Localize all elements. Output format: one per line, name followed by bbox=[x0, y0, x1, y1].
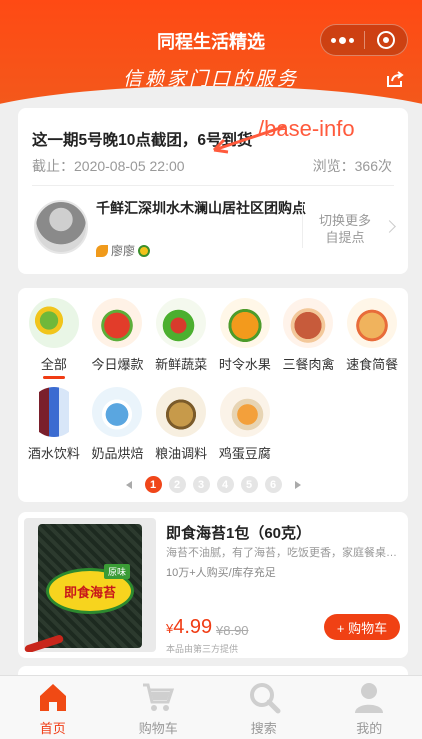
category-label: 三餐肉禽 bbox=[282, 357, 335, 372]
tab-profile[interactable]: 我的 bbox=[317, 676, 422, 739]
category-label: 奶品烘焙 bbox=[91, 446, 144, 461]
grain-oil-icon bbox=[156, 387, 207, 437]
divider bbox=[32, 185, 394, 186]
more-button[interactable] bbox=[321, 25, 364, 55]
annotation-label: /base-info bbox=[258, 116, 355, 141]
product-description: 海苔不油腻，有了海苔，吃饭更香，家庭餐桌必备 bbox=[166, 547, 398, 559]
category-card: 全部 今日爆款 新鲜蔬菜 时令水果 三餐肉禽 速食简餐酒水饮料 奶品烘焙 粮油调料 鸡蛋豆腐 1… bbox=[18, 288, 408, 502]
tab-home[interactable]: 首页 bbox=[0, 676, 106, 739]
slogan: 信赖家门口的服务 bbox=[122, 68, 299, 90]
category-10[interactable]: 鸡蛋豆腐 bbox=[213, 387, 277, 462]
meat-icon bbox=[283, 298, 334, 348]
leader-info: 廖廖 bbox=[96, 242, 151, 259]
category-5[interactable]: 三餐肉禽 bbox=[277, 298, 341, 379]
product-title: 即食海苔1包（60克） bbox=[166, 525, 312, 542]
pager-next-icon[interactable] bbox=[294, 480, 301, 489]
category-label: 全部 bbox=[40, 357, 67, 372]
category-label: 速食简餐 bbox=[346, 357, 399, 372]
mini-program-capsule bbox=[320, 24, 408, 56]
category-pager: 123456 bbox=[18, 476, 408, 493]
view-count: 浏览：366次 bbox=[312, 158, 392, 174]
target-icon bbox=[376, 31, 395, 49]
pager-page[interactable]: 6 bbox=[264, 476, 282, 493]
group-avatar[interactable] bbox=[34, 200, 88, 254]
pager-page[interactable]: 5 bbox=[240, 476, 258, 493]
category-4[interactable]: 时令水果 bbox=[213, 298, 277, 379]
flavor-tag: 原味 bbox=[104, 564, 131, 579]
pager-prev-icon[interactable] bbox=[125, 480, 132, 489]
category-6[interactable]: 速食简餐 bbox=[340, 298, 404, 379]
pager-page[interactable]: 3 bbox=[192, 476, 210, 493]
noodles-icon bbox=[347, 298, 398, 348]
pager-page[interactable]: 4 bbox=[216, 476, 234, 493]
eggs-icon bbox=[219, 387, 270, 437]
chevron-right-icon bbox=[383, 220, 396, 233]
cart-icon bbox=[143, 683, 175, 711]
vegetables-icon bbox=[156, 298, 207, 348]
dairy-icon bbox=[92, 387, 143, 437]
product-card[interactable]: 即食海苔 原味 即食海苔1包（60克） 海苔不油腻，有了海苔，吃饭更香，家庭餐桌… bbox=[18, 512, 408, 658]
category-grid: 全部 今日爆款 新鲜蔬菜 时令水果 三餐肉禽 速食简餐酒水饮料 奶品烘焙 粮油调料 鸡蛋豆腐 bbox=[22, 298, 404, 462]
hot-fruit-icon bbox=[92, 298, 143, 348]
deadline-text: 截止：2020-08-05 22:00 bbox=[32, 158, 185, 174]
product-sales: 10万+人购买/库存充足 bbox=[166, 567, 276, 579]
tab-search[interactable]: 搜索 bbox=[211, 676, 317, 739]
share-icon[interactable] bbox=[386, 70, 404, 88]
user-icon bbox=[355, 683, 384, 713]
category-8[interactable]: 奶品烘焙 bbox=[86, 387, 150, 462]
category-label: 新鲜蔬菜 bbox=[155, 357, 208, 372]
tab-cart[interactable]: 购物车 bbox=[106, 676, 212, 739]
category-1[interactable]: 全部 bbox=[22, 298, 86, 379]
pager-page[interactable]: 1 bbox=[144, 476, 162, 493]
search-icon bbox=[249, 683, 281, 714]
product-price: ¥4.99 bbox=[166, 616, 213, 638]
category-label: 今日爆款 bbox=[91, 357, 144, 372]
fruits-icon bbox=[219, 298, 270, 348]
more-icon bbox=[330, 36, 354, 44]
home-icon bbox=[39, 684, 66, 711]
product-image[interactable]: 即食海苔 原味 bbox=[24, 518, 156, 652]
tab-bar: 首页 购物车 搜索 我的 bbox=[0, 675, 422, 739]
category-2[interactable]: 今日爆款 bbox=[86, 298, 150, 379]
category-7[interactable]: 酒水饮料 bbox=[22, 387, 86, 462]
sunflower-icon bbox=[138, 244, 151, 257]
category-3[interactable]: 新鲜蔬菜 bbox=[149, 298, 213, 379]
close-miniprogram-button[interactable] bbox=[365, 25, 408, 55]
active-underline bbox=[42, 376, 65, 379]
switch-pickup-button[interactable]: 切换更多自提点 bbox=[314, 212, 376, 246]
category-label: 粮油调料 bbox=[155, 446, 208, 461]
add-to-cart-button[interactable]: + 购物车 bbox=[324, 614, 400, 640]
category-label: 酒水饮料 bbox=[27, 446, 80, 461]
leaf-icon bbox=[96, 244, 108, 257]
category-9[interactable]: 粮油调料 bbox=[149, 387, 213, 462]
qianxianhui-logo-icon bbox=[28, 298, 79, 348]
product-original-price: ¥8.90 bbox=[216, 623, 249, 638]
third-party-note: 本品由第三方提供 bbox=[166, 644, 239, 654]
leader-name: 廖廖 bbox=[111, 244, 136, 258]
header: 同程生活精选 信赖家门口的服务 bbox=[0, 0, 422, 118]
drinks-icon bbox=[28, 387, 79, 437]
group-name: 千鲜汇深圳水木澜山居社区团购点 bbox=[96, 200, 306, 216]
pager-page[interactable]: 2 bbox=[168, 476, 186, 493]
category-label: 鸡蛋豆腐 bbox=[218, 446, 271, 461]
category-label: 时令水果 bbox=[218, 357, 271, 372]
